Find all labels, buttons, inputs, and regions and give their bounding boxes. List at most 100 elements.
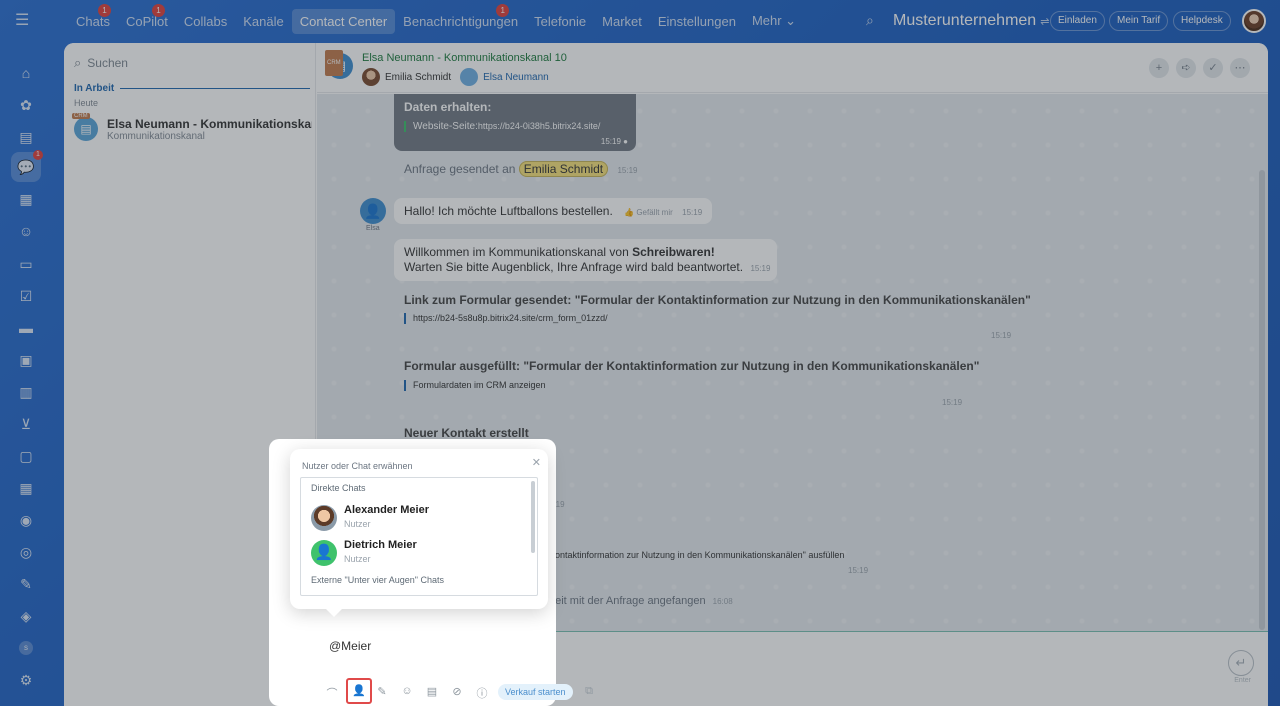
- chat-header: ▤CRM Elsa Neumann - Kommunikationskanal …: [317, 43, 1268, 93]
- mention-option[interactable]: 👤 Dietrich Meier Nutzer: [311, 537, 521, 567]
- tasks-icon[interactable]: ☑: [17, 287, 35, 305]
- copilot-icon[interactable]: ✿: [17, 96, 35, 114]
- user-role: Nutzer: [344, 554, 371, 564]
- mention-option[interactable]: Alexander Meier Nutzer: [311, 502, 521, 532]
- feed-icon[interactable]: ▤: [17, 128, 35, 146]
- external-chats-caption: Externe "Unter vier Augen" Chats: [311, 575, 444, 585]
- cart-icon[interactable]: ⊻: [17, 415, 35, 433]
- workflow-icon[interactable]: ◈: [17, 607, 35, 625]
- booking-icon[interactable]: ▦: [17, 479, 35, 497]
- card-title: Daten erhalten:: [404, 100, 492, 114]
- message-time: 15:19: [942, 398, 963, 407]
- chat-title: Elsa Neumann - Kommunikationskan...: [107, 117, 312, 131]
- member-avatar[interactable]: [460, 68, 479, 86]
- more-icon[interactable]: ⋯: [1230, 58, 1250, 78]
- drive-icon[interactable]: ▬: [17, 319, 35, 337]
- message-time: 15:19: [600, 137, 621, 146]
- chat-members: Emilia Schmidt Elsa Neumann: [362, 67, 549, 87]
- menu-collabs[interactable]: Collabs: [176, 9, 235, 34]
- template-icon[interactable]: ▤: [425, 685, 439, 698]
- mention-icon[interactable]: 👤: [346, 678, 372, 704]
- elsa-avatar[interactable]: 👤: [360, 198, 386, 224]
- user-name: Alexander Meier: [344, 504, 429, 516]
- lock-icon: ●: [623, 137, 628, 146]
- popup-title: Nutzer oder Chat erwähnen: [302, 461, 413, 471]
- forward-icon[interactable]: ➪: [1176, 58, 1196, 78]
- mention-list: Direkte Chats Alexander Meier Nutzer 👤 D…: [300, 477, 538, 596]
- hide-icon[interactable]: ⊘: [450, 685, 464, 698]
- robot-icon[interactable]: ◉: [17, 511, 35, 529]
- chat-icon[interactable]: 💬 1: [11, 150, 43, 182]
- send-label: Enter: [1234, 677, 1251, 684]
- board-icon[interactable]: ▣: [17, 351, 35, 369]
- mention-chip[interactable]: Emilia Schmidt: [518, 161, 609, 177]
- invite-button[interactable]: Einladen: [1050, 11, 1105, 31]
- crm-tag: CRM: [72, 113, 90, 119]
- signature-icon[interactable]: ✎: [17, 575, 35, 593]
- crm-form-link[interactable]: Formulardaten im CRM anzeigen: [404, 380, 546, 392]
- user-avatar: 👤: [311, 540, 337, 566]
- emoji-icon[interactable]: ☺: [400, 685, 414, 697]
- website-url[interactable]: https://b24-0i38h5.bitrix24.site/: [478, 121, 601, 131]
- company-name[interactable]: Musterunternehmen ⇌: [893, 12, 1049, 30]
- scrollbar[interactable]: [1259, 170, 1265, 630]
- menu-telefonie[interactable]: Telefonie: [526, 9, 594, 34]
- mention-popup: Nutzer oder Chat erwähnen ✕ Direkte Chat…: [290, 449, 548, 617]
- add-icon[interactable]: +: [1149, 58, 1169, 78]
- analytics-icon[interactable]: ▥: [17, 383, 35, 401]
- menu-market[interactable]: Market: [594, 9, 650, 34]
- menu-icon[interactable]: ☰: [15, 13, 33, 29]
- docs-icon[interactable]: ▭: [17, 255, 35, 273]
- helpdesk-button[interactable]: Helpdesk: [1173, 11, 1231, 31]
- message-input[interactable]: @Meier: [329, 639, 371, 653]
- user-avatar[interactable]: [1242, 9, 1266, 33]
- home-icon[interactable]: ⌂: [17, 64, 35, 82]
- menu-contact-center[interactable]: Contact Center: [291, 8, 396, 34]
- message-text: Hallo! Ich möchte Luftballons bestellen.: [404, 204, 613, 218]
- user-name: Dietrich Meier: [344, 539, 417, 551]
- like-button[interactable]: 👍 Gefällt mir: [624, 208, 673, 217]
- menu-copilot[interactable]: CoPilot 1: [118, 3, 176, 34]
- attach-icon[interactable]: ⌒: [325, 685, 339, 701]
- welcome-message: Willkommen im Kommunikationskanal von Sc…: [394, 239, 777, 281]
- user-small-avatar[interactable]: s: [19, 641, 33, 655]
- form-link[interactable]: https://b24-5s8u8p.bitrix24.site/crm_for…: [404, 313, 608, 325]
- member-avatar[interactable]: [362, 68, 380, 86]
- close-icon[interactable]: ✕: [532, 456, 541, 469]
- groups-icon[interactable]: ☺: [17, 222, 35, 240]
- member-name[interactable]: Emilia Schmidt: [385, 72, 451, 83]
- settings-icon[interactable]: ⚙: [17, 671, 35, 689]
- chat-list-item[interactable]: ▤ CRM Elsa Neumann - Kommunikationskan..…: [72, 113, 312, 145]
- request-sent-message: Anfrage gesendet an Emilia Schmidt 15:19: [404, 161, 638, 177]
- header-actions: + ➪ ✓ ⋯: [1149, 58, 1250, 78]
- menu-kanaele[interactable]: Kanäle: [235, 9, 291, 34]
- start-sale-button[interactable]: Verkauf starten: [498, 684, 573, 700]
- list-search[interactable]: ⌕ Suchen: [74, 55, 128, 71]
- user-avatar: [311, 505, 337, 531]
- send-icon[interactable]: ↵: [1228, 650, 1254, 676]
- menu-chats[interactable]: Chats 1: [68, 3, 118, 34]
- user-role: Nutzer: [344, 519, 371, 529]
- ai-icon[interactable]: ⓘ: [475, 685, 489, 701]
- switch-icon: ⇌: [1040, 16, 1050, 28]
- work-started-text: beit mit der Anfrage angefangen 16:08: [549, 595, 733, 607]
- target-icon[interactable]: ◎: [17, 543, 35, 561]
- search-icon[interactable]: ⌕: [866, 12, 874, 29]
- message-time: 15:19: [682, 208, 703, 217]
- menu-benachrichtigungen[interactable]: Benachrichtigungen 1: [395, 3, 526, 34]
- plan-button[interactable]: Mein Tarif: [1109, 11, 1169, 31]
- chat-avatar[interactable]: ▤CRM: [325, 50, 353, 79]
- chat-header-title[interactable]: Elsa Neumann - Kommunikationskanal 10: [362, 52, 567, 64]
- new-contact-title: Neuer Kontakt erstellt: [404, 426, 529, 440]
- menu-einstellungen[interactable]: Einstellungen: [650, 9, 744, 34]
- edit-icon[interactable]: ✎: [375, 685, 389, 698]
- check-icon[interactable]: ✓: [1203, 58, 1223, 78]
- member-name[interactable]: Elsa Neumann: [483, 72, 549, 83]
- top-bar: ☰ Chats 1 CoPilot 1 Collabs Kanäle Contact…: [0, 0, 1280, 42]
- menu-mehr[interactable]: Mehr ⌄: [744, 8, 804, 34]
- calendar-icon[interactable]: ▦: [17, 190, 35, 208]
- sites-icon[interactable]: ▢: [17, 447, 35, 465]
- form-filled-title: Formular ausgefüllt: "Formular der Konta…: [404, 359, 980, 373]
- transfer-icon[interactable]: ⧉: [582, 685, 596, 698]
- popup-scrollbar[interactable]: [531, 481, 535, 553]
